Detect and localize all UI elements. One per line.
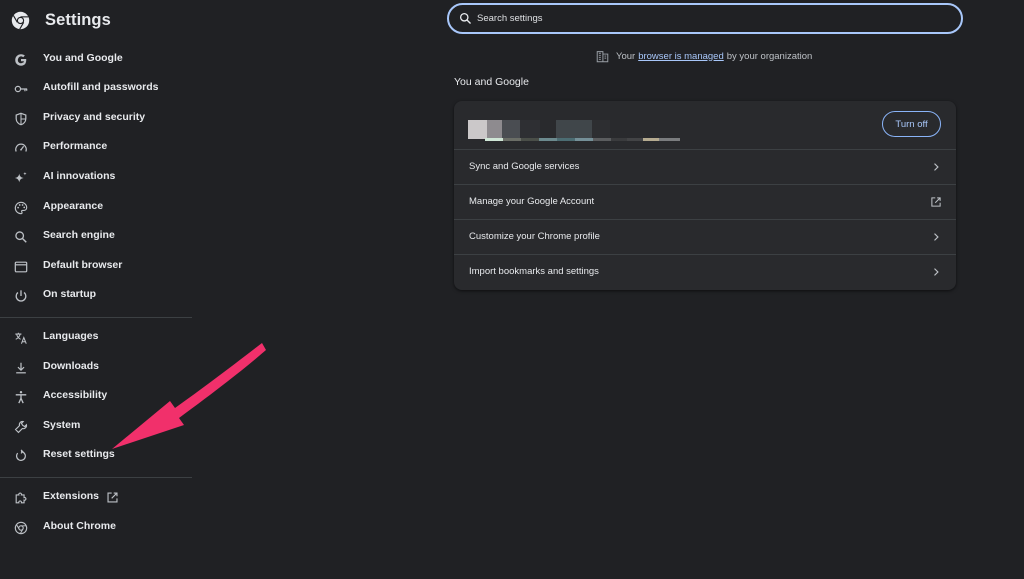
sidebar-item-label: Autofill and passwords <box>43 81 159 93</box>
sidebar-item-label: Extensions <box>43 490 100 502</box>
row-label: Sync and Google services <box>469 161 580 172</box>
sidebar-item-label: About Chrome <box>43 520 116 532</box>
sidebar-item-autofill[interactable]: Autofill and passwords <box>0 75 192 103</box>
download-icon <box>16 362 26 374</box>
section-title: You and Google <box>454 76 529 88</box>
row-sync-google-services[interactable]: Sync and Google services <box>454 149 956 184</box>
sidebar-divider <box>0 477 192 478</box>
sidebar-item-label: System <box>43 419 81 431</box>
search-icon <box>459 12 472 25</box>
browser-managed-link[interactable]: browser is managed <box>638 51 724 62</box>
sidebar-item-label: Performance <box>43 140 108 152</box>
reset-icon <box>15 449 26 461</box>
search-icon <box>15 231 27 243</box>
sidebar-item-label: Appearance <box>43 200 104 212</box>
managed-notice-suffix: by your organization <box>726 50 813 62</box>
row-customize-chrome-profile[interactable]: Customize your Chrome profile <box>454 219 956 254</box>
building-icon <box>596 50 609 62</box>
managed-notice: Your browser is managed by your organiza… <box>596 49 812 63</box>
row-manage-google-account[interactable]: Manage your Google Account <box>454 184 956 219</box>
sidebar-item-appearance[interactable]: Appearance <box>0 194 192 222</box>
key-icon <box>14 85 28 93</box>
sidebar-item-extensions[interactable]: Extensions <box>0 484 192 512</box>
sidebar-item-privacy[interactable]: Privacy and security <box>0 105 192 133</box>
sidebar-item-default-browser[interactable]: Default browser <box>0 253 192 281</box>
row-import-bookmarks[interactable]: Import bookmarks and settings <box>454 254 956 289</box>
sidebar-item-performance[interactable]: Performance <box>0 134 192 162</box>
you-and-google-card: Turn off Sync and Google services Manage… <box>454 101 956 290</box>
row-label: Import bookmarks and settings <box>469 266 599 277</box>
sidebar-item-label: Search engine <box>43 229 115 241</box>
sidebar-item-on-startup[interactable]: On startup <box>0 282 192 310</box>
search-input[interactable] <box>475 9 945 28</box>
chevron-right-icon <box>934 268 939 276</box>
sidebar-item-label: Downloads <box>43 360 100 372</box>
chevron-right-icon <box>934 233 939 241</box>
sidebar-item-search-engine[interactable]: Search engine <box>0 223 192 251</box>
managed-notice-prefix: Your <box>616 50 636 62</box>
page-title: Settings <box>45 10 111 29</box>
sidebar-item-label: Accessibility <box>43 389 108 401</box>
open-external-icon <box>107 492 118 503</box>
redacted-avatar <box>468 120 680 141</box>
sidebar-item-label: Privacy and security <box>43 111 146 123</box>
sidebar-item-ai-innovations[interactable]: AI innovations <box>0 164 192 192</box>
open-external-icon <box>931 197 941 207</box>
settings-page: Settings You and Google Autofill and pas… <box>0 0 1024 579</box>
chrome-logo-icon <box>11 11 30 29</box>
sidebar-divider <box>0 317 192 318</box>
shield-icon <box>15 112 27 126</box>
accessibility-icon <box>15 390 27 404</box>
row-label: Customize your Chrome profile <box>469 231 600 242</box>
sidebar-item-label: On startup <box>43 288 97 300</box>
chrome-icon <box>14 521 28 535</box>
sidebar-item-label: Default browser <box>43 259 123 271</box>
browser-window-icon <box>14 261 28 273</box>
row-label: Manage your Google Account <box>469 196 595 207</box>
puzzle-icon <box>15 492 27 504</box>
turn-off-sync-button[interactable]: Turn off <box>882 111 941 137</box>
sidebar-item-label: AI innovations <box>43 170 116 182</box>
annotation-arrow-icon <box>112 343 266 449</box>
power-icon <box>15 290 27 302</box>
google-g-icon <box>15 54 27 66</box>
chevron-right-icon <box>934 163 939 171</box>
account-row: Turn off <box>454 101 956 149</box>
sparkle-icon <box>14 171 27 183</box>
sidebar-item-label: You and Google <box>43 52 123 64</box>
search-bar[interactable] <box>447 3 963 34</box>
translate-icon <box>15 332 27 344</box>
speedometer-icon <box>15 143 27 152</box>
palette-icon <box>14 201 28 215</box>
wrench-icon <box>14 420 28 434</box>
sidebar: Settings You and Google Autofill and pas… <box>0 0 192 579</box>
sidebar-item-you-and-google[interactable]: You and Google <box>0 46 192 74</box>
brand: Settings <box>11 9 111 31</box>
sidebar-item-label: Languages <box>43 330 99 342</box>
sidebar-item-about-chrome[interactable]: About Chrome <box>0 514 192 542</box>
